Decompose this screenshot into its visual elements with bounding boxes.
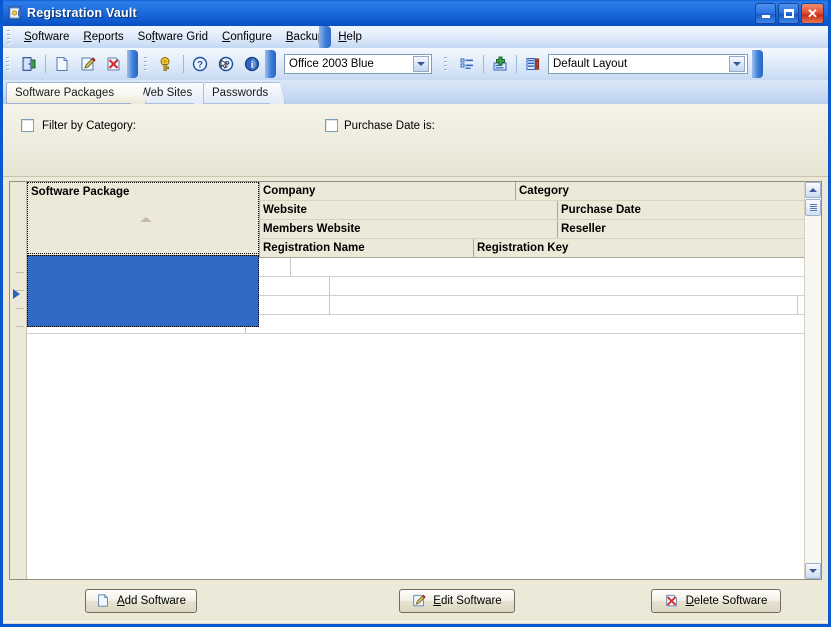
skin-combo-value: Office 2003 Blue	[289, 58, 374, 70]
minimize-button[interactable]	[755, 2, 776, 24]
tab-software-packages[interactable]: Software Packages	[6, 82, 146, 104]
window-title: Registration Vault	[27, 6, 137, 20]
status-divider	[3, 621, 828, 624]
column-header-website[interactable]: Website	[259, 201, 557, 219]
toolbar-gripper-3[interactable]	[444, 56, 450, 72]
add-software-label: Add Software	[116, 595, 187, 607]
menu-software[interactable]: Software	[17, 29, 76, 45]
scroll-up-button[interactable]	[805, 182, 821, 198]
grid-layout-icon[interactable]	[520, 51, 546, 77]
add-software-button[interactable]: Add Software	[85, 589, 197, 613]
menu-configure[interactable]: Configure	[215, 29, 279, 45]
layout-combo-value: Default Layout	[553, 58, 628, 70]
filter-panel: Filter by Category: Purchase Date is: Be…	[3, 104, 828, 300]
menu-bar: Software Reports Software Grid Configure…	[3, 26, 828, 48]
current-row-arrow	[13, 289, 20, 299]
delete-document-icon[interactable]	[101, 51, 127, 77]
new-document-icon	[96, 593, 112, 609]
maximize-button[interactable]	[778, 2, 799, 24]
about-icon[interactable]: i	[239, 51, 265, 77]
tab-label: Software Packages	[15, 87, 115, 99]
delete-document-icon	[665, 593, 681, 609]
edit-document-icon	[412, 593, 428, 609]
edit-software-button[interactable]: Edit Software	[399, 589, 515, 613]
tab-passwords[interactable]: Passwords	[203, 82, 285, 104]
toolbar-gripper-2[interactable]	[144, 56, 150, 72]
window-controls: ✕	[755, 2, 824, 24]
column-header-category[interactable]: Category	[515, 182, 798, 200]
menu-gripper[interactable]	[7, 29, 13, 45]
selected-cell-software-package[interactable]	[27, 255, 259, 327]
skin-combo[interactable]: Office 2003 Blue	[284, 54, 432, 74]
scroll-down-button[interactable]	[805, 563, 821, 579]
edit-software-label: Edit Software	[433, 595, 502, 607]
layout-combo[interactable]: Default Layout	[548, 54, 748, 74]
grid-main: Company Category Website Purchase Date M…	[27, 182, 804, 579]
help-arrow-icon[interactable]: ?	[213, 51, 239, 77]
column-header-registration-key[interactable]: Registration Key	[473, 239, 798, 257]
menu-help[interactable]: Help	[331, 29, 369, 45]
toolbar-separator-3	[483, 55, 484, 73]
new-document-icon[interactable]	[49, 51, 75, 77]
add-row-icon[interactable]	[487, 51, 513, 77]
sort-ascending-icon	[140, 217, 152, 222]
column-header-label: Software Package	[31, 186, 130, 198]
exit-icon[interactable]	[16, 51, 42, 77]
tab-label: Passwords	[212, 87, 269, 99]
list-view-icon[interactable]	[454, 51, 480, 77]
menu-software-grid[interactable]: Software Grid	[131, 29, 215, 45]
toolbar-separator-4	[516, 55, 517, 73]
toolbar-group-help: ? ? i	[144, 50, 282, 78]
edit-document-icon[interactable]	[75, 51, 101, 77]
filter-by-category-label: Filter by Category:	[42, 119, 136, 132]
app-vault-icon	[7, 5, 23, 21]
svg-text:?: ?	[197, 60, 203, 71]
purchase-date-checkbox[interactable]	[325, 119, 338, 132]
title-bar: Registration Vault ✕	[3, 0, 828, 26]
client-area: Software Reports Software Grid Configure…	[3, 26, 828, 624]
menu-reports[interactable]: Reports	[76, 29, 130, 45]
tab-strip: Software Packages Web Sites Passwords	[3, 80, 828, 104]
chevron-down-icon[interactable]	[413, 56, 429, 72]
toolbar-separator-1	[45, 55, 46, 73]
close-button[interactable]: ✕	[801, 2, 824, 24]
toolbar-gripper-1[interactable]	[6, 56, 12, 72]
toolbar-group-file	[6, 50, 144, 78]
vertical-scrollbar[interactable]	[804, 182, 821, 579]
toolbar-endcap-2	[265, 50, 276, 78]
grid-header: Company Category Website Purchase Date M…	[27, 182, 804, 258]
software-grid[interactable]: Company Category Website Purchase Date M…	[9, 181, 822, 580]
toolbar-endcap-3	[752, 50, 763, 78]
column-header-purchase-date[interactable]: Purchase Date	[557, 201, 798, 219]
grid-row-indicator-column	[10, 182, 27, 579]
toolbar-separator-2	[183, 55, 184, 73]
key-icon[interactable]	[154, 51, 180, 77]
delete-software-button[interactable]: Delete Software	[651, 589, 781, 613]
application-window: Registration Vault ✕ Software Reports So…	[0, 0, 831, 627]
scroll-thumb[interactable]	[805, 199, 821, 216]
chevron-down-icon[interactable]	[729, 56, 745, 72]
column-header-company[interactable]: Company	[259, 182, 515, 200]
toolbar-endcap-1	[127, 50, 138, 78]
column-header-reseller[interactable]: Reseller	[557, 220, 798, 238]
column-header-members-website[interactable]: Members Website	[259, 220, 557, 238]
tab-label: Web Sites	[140, 87, 193, 99]
help-icon[interactable]: ?	[187, 51, 213, 77]
column-header-software-package[interactable]: Software Package	[27, 182, 259, 254]
filter-by-category-checkbox[interactable]	[21, 119, 34, 132]
tool-bar: ? ? i Office 2003 Blue Default Layout	[3, 48, 828, 80]
delete-software-label: Delete Software	[685, 595, 768, 607]
column-header-registration-name[interactable]: Registration Name	[259, 239, 473, 257]
footer-bar: Add Software Edit Software Delete Softwa…	[3, 580, 828, 624]
purchase-date-label: Purchase Date is:	[344, 119, 435, 132]
menu-bar-endcap	[319, 26, 331, 48]
toolbar-group-layout	[444, 50, 546, 78]
